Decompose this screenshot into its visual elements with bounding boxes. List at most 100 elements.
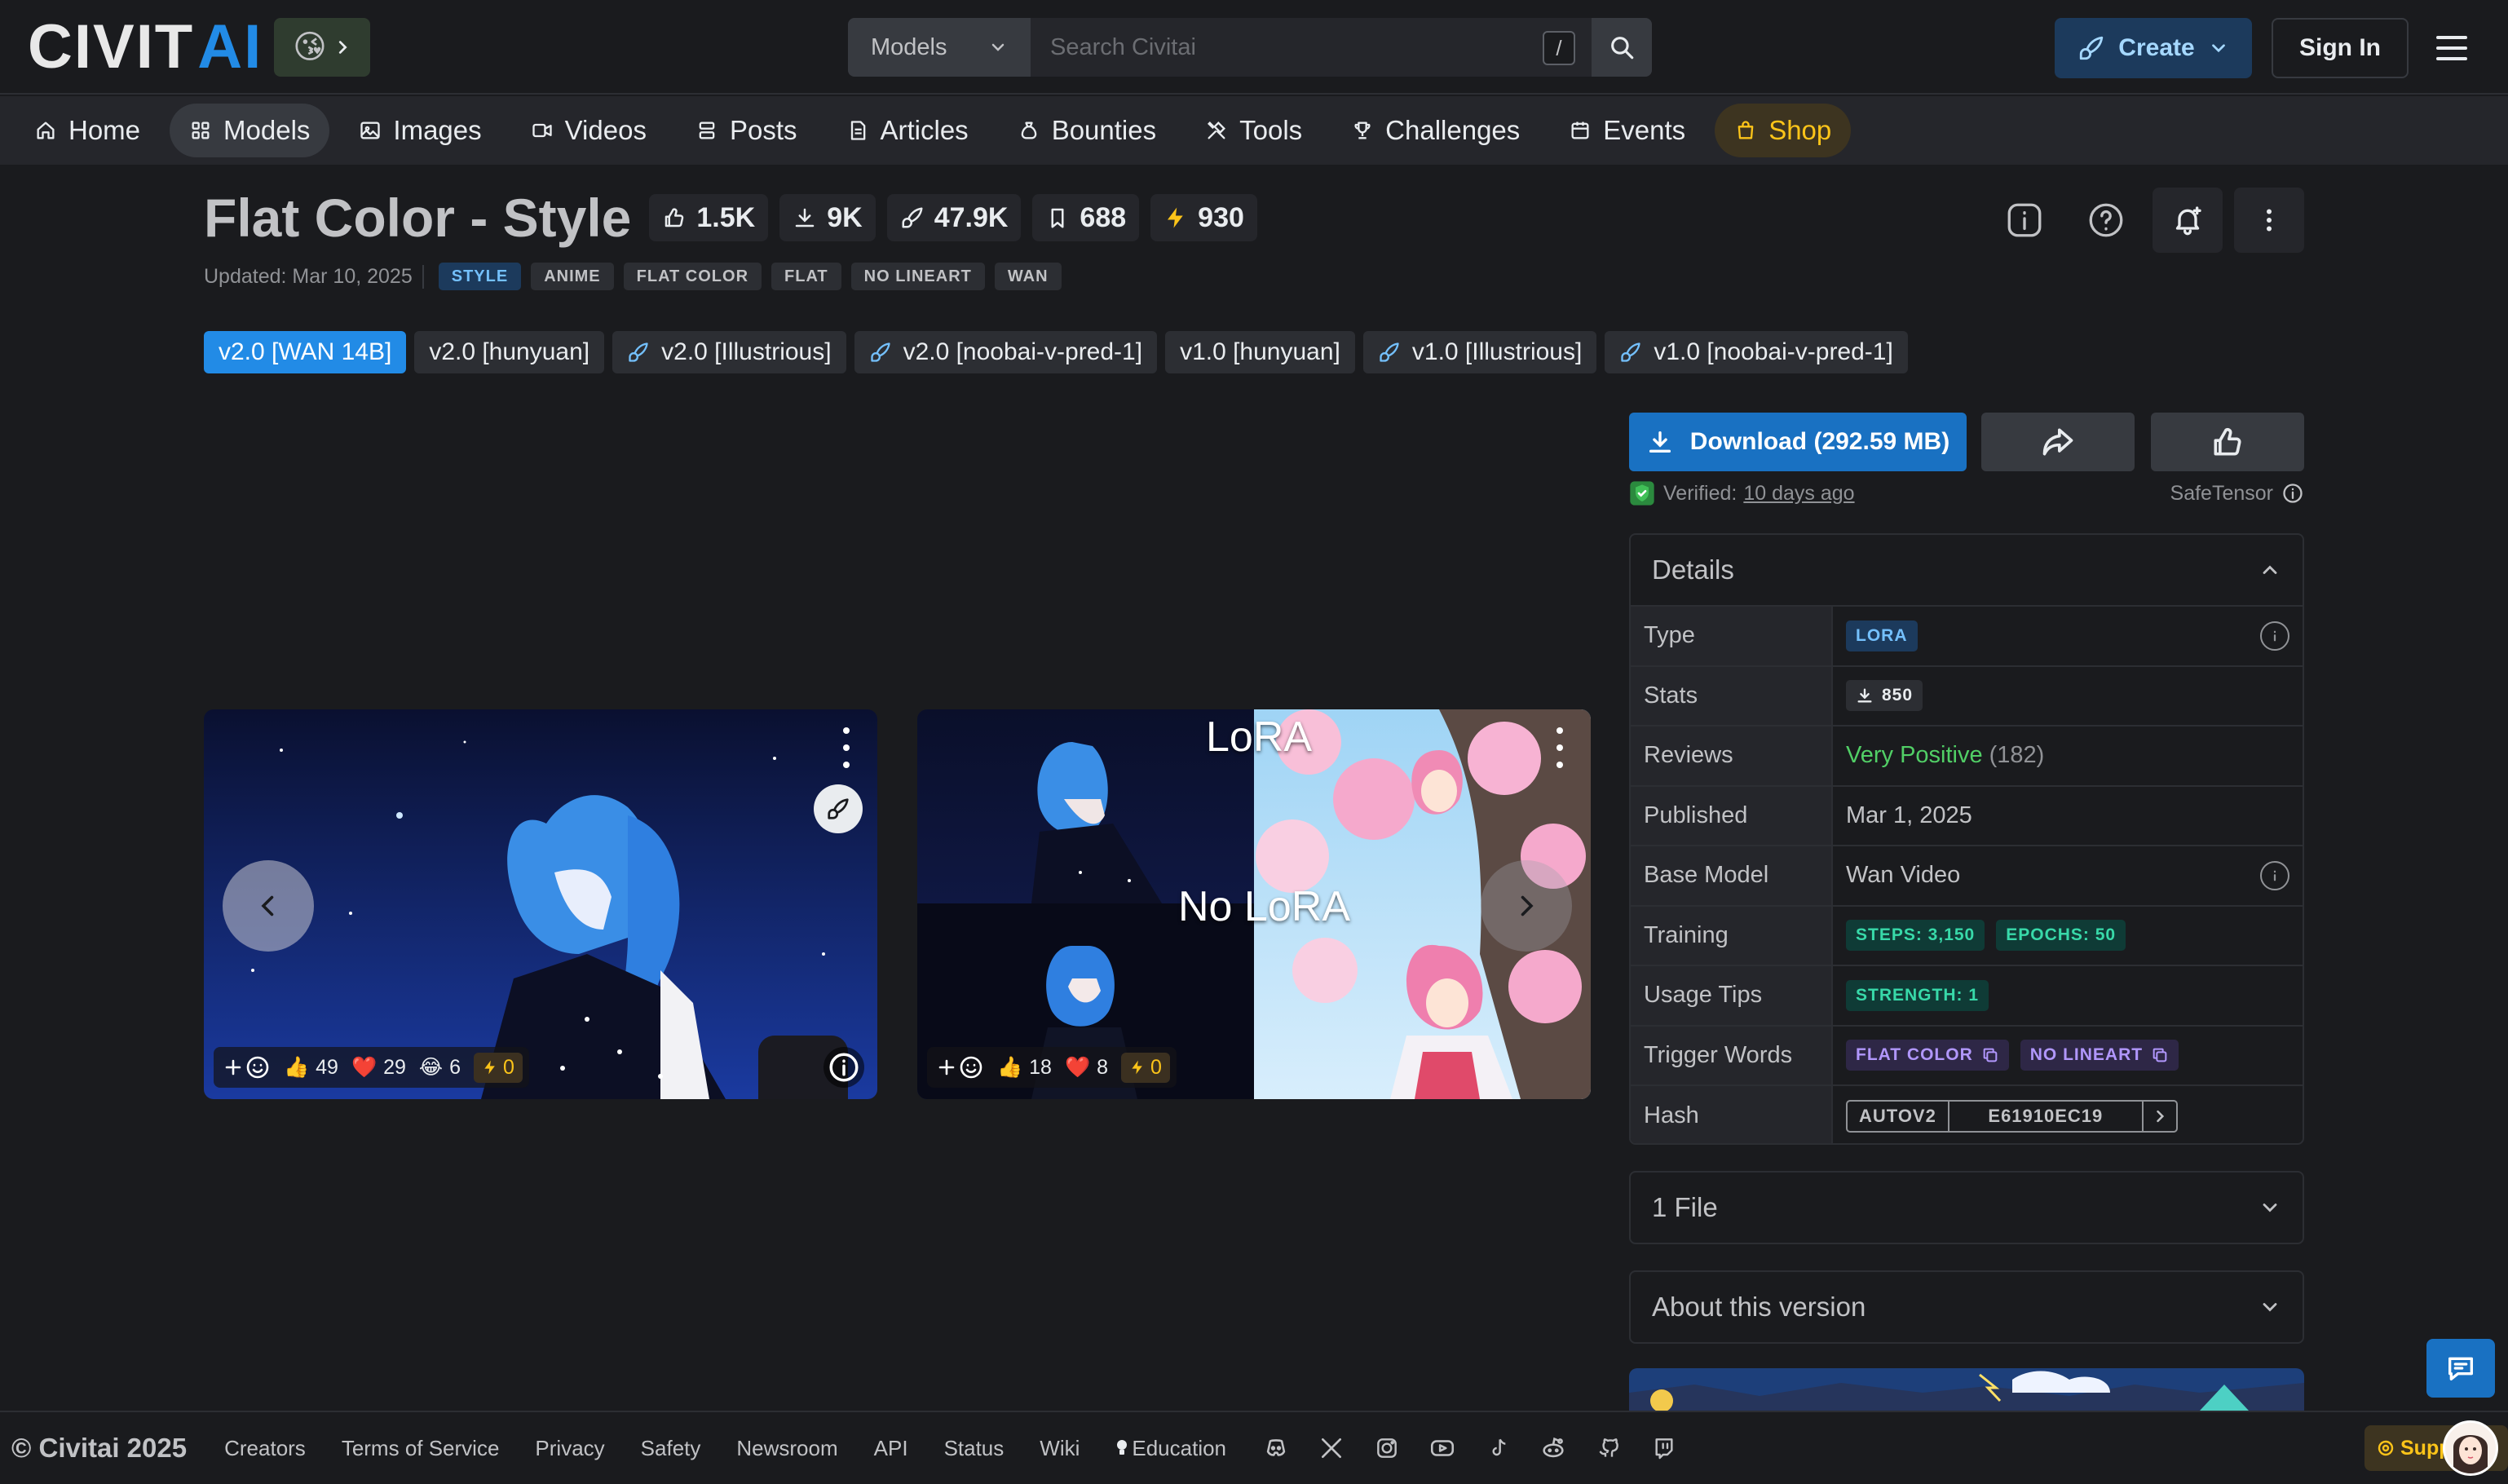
details-key: Trigger Words [1631,1026,1833,1084]
add-reaction-button[interactable] [223,1054,271,1080]
like-button[interactable] [2151,413,2304,471]
info-icon[interactable] [2281,482,2304,505]
image-menu-icon[interactable] [1552,727,1568,768]
info-icon[interactable] [2260,621,2289,651]
help-button[interactable] [2071,188,2141,253]
reddit-icon[interactable] [1539,1434,1567,1462]
hash-box[interactable]: AUTOV2 E61910EC19 [1846,1099,2178,1133]
download-button[interactable]: Download (292.59 MB) [1629,413,1967,471]
footer-link-creators[interactable]: Creators [224,1436,306,1461]
share-button[interactable] [1981,413,2135,471]
info-button[interactable] [1989,188,2060,253]
article-icon [850,121,865,140]
nav-challenges[interactable]: Challenges [1331,104,1539,157]
add-reaction-button[interactable] [937,1054,984,1080]
tag-style[interactable]: STYLE [438,263,522,290]
version-tab[interactable]: v1.0 [noobai-v-pred-1] [1605,331,1908,373]
about-version-accordion[interactable]: About this version [1629,1270,2304,1344]
hash-next-button[interactable] [2144,1102,2176,1131]
version-tab[interactable]: v1.0 [Illustrious] [1362,331,1597,373]
details-key: Base Model [1631,846,1833,905]
buzz-tip-button[interactable]: 0 [474,1052,523,1083]
sign-in-button[interactable]: Sign In [2272,18,2409,78]
laugh-reaction[interactable]: 😂 6 [419,1055,461,1080]
heart-reaction[interactable]: ❤️ 29 [351,1056,406,1080]
github-icon[interactable] [1595,1434,1623,1462]
footer-link-wiki[interactable]: Wiki [1040,1436,1080,1461]
footer-link-education[interactable]: Education [1115,1436,1226,1461]
likes-stat: 1.5K [649,194,769,241]
trigger-word-chip[interactable]: NO LINEART [2020,1040,2179,1071]
footer-link-newsroom[interactable]: Newsroom [736,1436,837,1461]
nav-shop[interactable]: Shop [1715,104,1852,157]
tag-anime[interactable]: ANIME [531,263,614,290]
top-header: CIVIT AI 😘 Models / Create Sign In [0,0,2508,95]
footer-link-api[interactable]: API [874,1436,908,1461]
tiktok-icon[interactable] [1484,1434,1512,1462]
search-button[interactable] [1592,18,1652,77]
image-menu-icon[interactable] [838,727,854,768]
more-options-button[interactable] [2234,188,2304,253]
create-button[interactable]: Create [2055,18,2252,78]
footer-link-terms[interactable]: Terms of Service [342,1436,500,1461]
nav-events[interactable]: Events [1549,104,1705,157]
footer-link-privacy[interactable]: Privacy [535,1436,604,1461]
bookmarks-count: 688 [1080,201,1127,233]
details-key: Reviews [1631,727,1833,785]
version-tab[interactable]: v2.0 [WAN 14B] [204,331,407,373]
moneybag-icon [1021,121,1037,139]
lifebuoy-icon [2378,1440,2394,1456]
chat-button[interactable] [2426,1339,2495,1398]
version-tabs: v2.0 [WAN 14B] v2.0 [hunyuan] v2.0 [Illu… [204,331,1908,373]
verified-time-link[interactable]: 10 days ago [1743,482,1854,506]
nav-home[interactable]: Home [15,104,160,157]
hash-value[interactable]: E61910EC19 [1949,1101,2144,1131]
carousel-prev-button[interactable] [223,860,314,952]
nav-tools[interactable]: Tools [1186,104,1322,157]
details-header[interactable]: Details [1631,535,2303,607]
nav-models[interactable]: Models [170,104,330,157]
tag-wan[interactable]: WAN [994,263,1062,290]
thumb-up-icon [665,208,684,227]
image-info-button[interactable] [823,1047,864,1088]
search-scope-select[interactable]: Models [848,18,1031,77]
nav-images[interactable]: Images [339,104,501,157]
civitai-logo[interactable]: CIVIT AI [28,16,263,78]
info-icon[interactable] [2260,860,2289,890]
tag-no-lineart[interactable]: NO LINEART [850,263,985,290]
trigger-word-chip[interactable]: FLAT COLOR [1846,1040,2009,1071]
instagram-icon[interactable] [1373,1434,1401,1462]
nav-videos[interactable]: Videos [511,104,666,157]
details-row-stats: Stats 850 [1631,666,2303,727]
version-tab[interactable]: v2.0 [Illustrious] [612,331,846,373]
search-input[interactable] [1031,18,1592,77]
like-reaction[interactable]: 👍 18 [997,1056,1052,1080]
youtube-icon[interactable] [1428,1434,1456,1462]
nav-posts[interactable]: Posts [676,104,817,157]
footer-link-safety[interactable]: Safety [641,1436,701,1461]
version-tab[interactable]: v2.0 [hunyuan] [414,331,605,373]
tag-flat[interactable]: FLAT [771,263,841,290]
emoji-promo-button[interactable]: 😘 [274,18,370,77]
notify-button[interactable] [2153,188,2223,253]
avatar[interactable] [2443,1420,2498,1476]
buzz-tip-button[interactable]: 0 [1121,1052,1170,1083]
hash-type[interactable]: AUTOV2 [1848,1101,1949,1131]
like-reaction[interactable]: 👍 49 [284,1056,338,1080]
version-tab[interactable]: v2.0 [noobai-v-pred-1] [854,331,1158,373]
carousel-next-button[interactable] [1481,860,1572,952]
version-tab[interactable]: v1.0 [hunyuan] [1165,331,1355,373]
promo-banner-image[interactable] [1629,1368,2304,1411]
twitch-icon[interactable] [1650,1434,1678,1462]
footer-link-status[interactable]: Status [944,1436,1005,1461]
remix-button[interactable] [814,784,863,833]
heart-reaction[interactable]: ❤️ 8 [1065,1056,1108,1080]
discord-icon[interactable] [1262,1434,1290,1462]
nav-bounties[interactable]: Bounties [998,104,1176,157]
tag-flat-color[interactable]: FLAT COLOR [623,263,762,290]
files-accordion[interactable]: 1 File [1629,1171,2304,1244]
hamburger-menu-icon[interactable] [2433,29,2470,67]
nav-articles[interactable]: Articles [827,104,988,157]
x-icon[interactable] [1318,1434,1345,1462]
reviews-rating-link[interactable]: Very Positive [1846,742,1983,769]
